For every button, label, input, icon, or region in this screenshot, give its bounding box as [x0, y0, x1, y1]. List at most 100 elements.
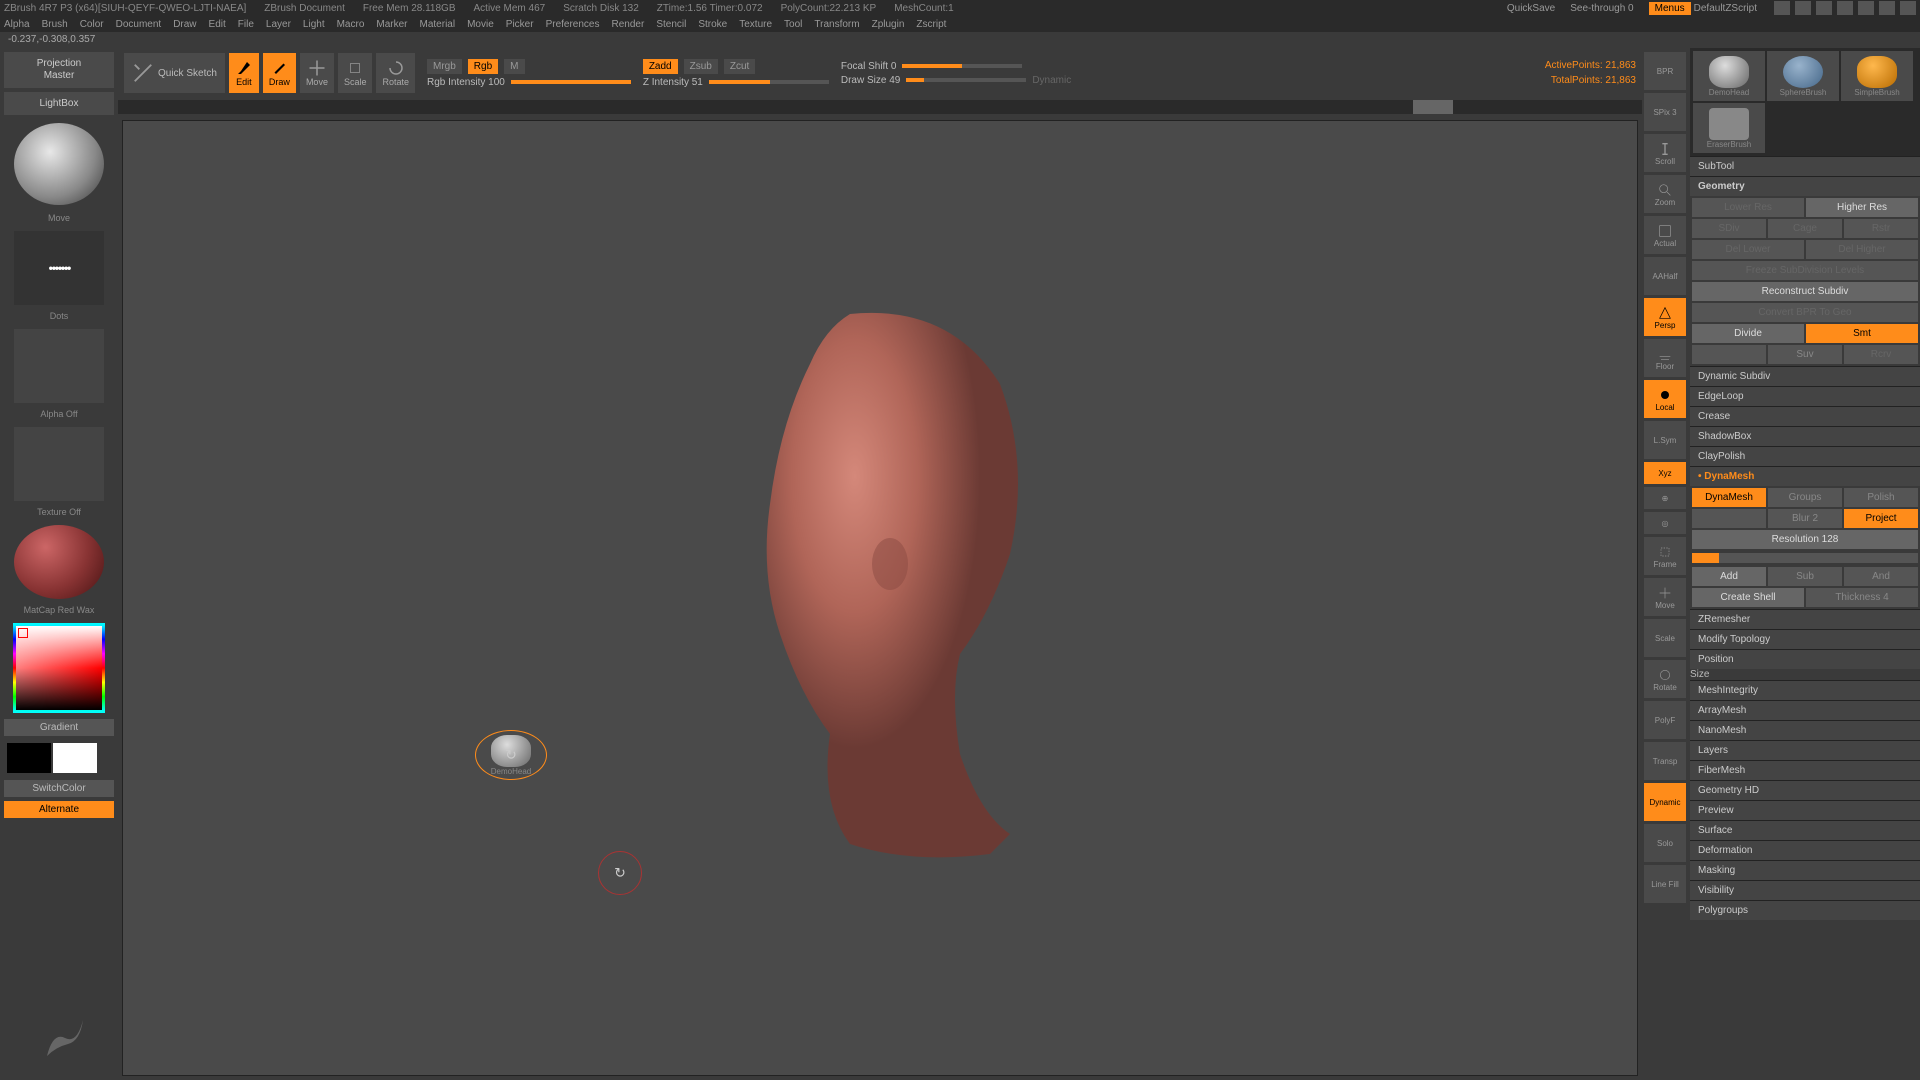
modtopo-header[interactable]: Modify Topology	[1690, 629, 1920, 649]
switch-color-button[interactable]: SwitchColor	[4, 780, 114, 797]
preview-header[interactable]: Preview	[1690, 800, 1920, 820]
brush-thumbnail[interactable]	[14, 123, 104, 205]
rgb-intensity-slider[interactable]	[511, 80, 631, 84]
reconstruct-button[interactable]: Reconstruct Subdiv	[1692, 282, 1918, 301]
edgeloop-header[interactable]: EdgeLoop	[1690, 386, 1920, 406]
menu-stencil[interactable]: Stencil	[656, 19, 686, 30]
subtool-header[interactable]: SubTool	[1690, 156, 1920, 176]
claypolish-header[interactable]: ClayPolish	[1690, 446, 1920, 466]
dynamic-label[interactable]: Dynamic	[1032, 75, 1071, 86]
zcut-button[interactable]: Zcut	[724, 59, 755, 74]
polyf-button[interactable]: PolyF	[1644, 701, 1686, 739]
seethrough[interactable]: See-through 0	[1570, 3, 1633, 14]
focal-shift-slider[interactable]	[902, 64, 1022, 68]
edit-button[interactable]: Edit	[229, 53, 259, 93]
dynamesh-header[interactable]: • DynaMesh	[1690, 466, 1920, 486]
masking-header[interactable]: Masking	[1690, 860, 1920, 880]
lsym-button[interactable]: L.Sym	[1644, 421, 1686, 459]
viewport-canvas[interactable]	[122, 120, 1638, 1076]
menu-preferences[interactable]: Preferences	[546, 19, 600, 30]
smt-button[interactable]: Smt	[1806, 324, 1918, 343]
m-button[interactable]: M	[504, 59, 524, 74]
tool-current[interactable]: DemoHead	[475, 730, 547, 780]
color-swatches[interactable]	[7, 743, 111, 773]
rgb-button[interactable]: Rgb	[468, 59, 498, 74]
rcrv-button[interactable]: Rcrv	[1844, 345, 1918, 364]
shadowbox-header[interactable]: ShadowBox	[1690, 426, 1920, 446]
menu-brush[interactable]: Brush	[42, 19, 68, 30]
menu-movie[interactable]: Movie	[467, 19, 494, 30]
tool-simplebrush[interactable]: SimpleBrush	[1841, 51, 1913, 101]
projection-master-button[interactable]: ProjectionMaster	[4, 52, 114, 88]
nav-rotate-button[interactable]: Rotate	[1644, 660, 1686, 698]
delhigher-button[interactable]: Del Higher	[1806, 240, 1918, 259]
menu-stroke[interactable]: Stroke	[698, 19, 727, 30]
menus-button[interactable]: Menus	[1649, 2, 1691, 15]
minimize-icon[interactable]	[1858, 1, 1874, 15]
menu-layer[interactable]: Layer	[266, 19, 291, 30]
scale-button[interactable]: Scale	[338, 53, 373, 93]
win-icon[interactable]	[1795, 1, 1811, 15]
rstr-button[interactable]: Rstr	[1844, 219, 1918, 238]
alternate-button[interactable]: Alternate	[4, 801, 114, 818]
nav-move-button[interactable]: Move	[1644, 578, 1686, 616]
z-intensity-label[interactable]: Z Intensity 51	[643, 77, 703, 88]
suv-button[interactable]: Suv	[1768, 345, 1842, 364]
focal-shift-label[interactable]: Focal Shift 0	[841, 61, 897, 72]
position-header[interactable]: Position	[1690, 649, 1920, 669]
cage-button[interactable]: Cage	[1768, 219, 1842, 238]
dynsubdiv-header[interactable]: Dynamic Subdiv	[1690, 366, 1920, 386]
zadd-button[interactable]: Zadd	[643, 59, 678, 74]
linefill-button[interactable]: Line Fill	[1644, 865, 1686, 903]
visibility-header[interactable]: Visibility	[1690, 880, 1920, 900]
and-button[interactable]: And	[1844, 567, 1918, 586]
rgb-intensity-label[interactable]: Rgb Intensity 100	[427, 77, 505, 88]
blur-button[interactable]: Blur 2	[1768, 509, 1842, 528]
menu-alpha[interactable]: Alpha	[4, 19, 30, 30]
lowerres-button[interactable]: Lower Res	[1692, 198, 1804, 217]
menu-marker[interactable]: Marker	[376, 19, 407, 30]
tool-demohead[interactable]: DemoHead	[1693, 51, 1765, 101]
menu-picker[interactable]: Picker	[506, 19, 534, 30]
createshell-button[interactable]: Create Shell	[1692, 588, 1804, 607]
aahalf-button[interactable]: AAHalf	[1644, 257, 1686, 295]
target-button[interactable]: ◎	[1644, 512, 1686, 534]
menu-material[interactable]: Material	[420, 19, 456, 30]
win-icon[interactable]	[1774, 1, 1790, 15]
floor-button[interactable]: Floor	[1644, 339, 1686, 377]
resolution-slider[interactable]: Resolution 128	[1692, 530, 1918, 549]
draw-size-slider[interactable]	[906, 78, 1026, 82]
move-button[interactable]: Move	[300, 53, 334, 93]
z-intensity-slider[interactable]	[709, 80, 829, 84]
frame-button[interactable]: Frame	[1644, 537, 1686, 575]
actual-button[interactable]: Actual	[1644, 216, 1686, 254]
timeline-scrub[interactable]	[118, 100, 1642, 114]
higherres-button[interactable]: Higher Res	[1806, 198, 1918, 217]
solo-button[interactable]: Solo	[1644, 824, 1686, 862]
alpha-thumbnail[interactable]	[14, 329, 104, 403]
close-icon[interactable]	[1900, 1, 1916, 15]
persp-button[interactable]: Persp	[1644, 298, 1686, 336]
arraymesh-header[interactable]: ArrayMesh	[1690, 700, 1920, 720]
win-icon[interactable]	[1837, 1, 1853, 15]
draw-size-label[interactable]: Draw Size 49	[841, 75, 900, 86]
geohd-header[interactable]: Geometry HD	[1690, 780, 1920, 800]
dynamesh-button[interactable]: DynaMesh	[1692, 488, 1766, 507]
project-button[interactable]: Project	[1844, 509, 1918, 528]
nanomesh-header[interactable]: NanoMesh	[1690, 720, 1920, 740]
menu-light[interactable]: Light	[303, 19, 325, 30]
surface-header[interactable]: Surface	[1690, 820, 1920, 840]
center-button[interactable]: ⊕	[1644, 487, 1686, 509]
zoom-button[interactable]: Zoom	[1644, 175, 1686, 213]
quicksave-button[interactable]: QuickSave	[1507, 3, 1555, 14]
quicksketch-button[interactable]: Quick Sketch	[124, 53, 225, 93]
menu-render[interactable]: Render	[612, 19, 645, 30]
crease-header[interactable]: Crease	[1690, 406, 1920, 426]
geometry-header[interactable]: Geometry	[1690, 176, 1920, 196]
rotate-button[interactable]: Rotate	[376, 53, 415, 93]
menu-file[interactable]: File	[238, 19, 254, 30]
dellower-button[interactable]: Del Lower	[1692, 240, 1804, 259]
local-button[interactable]: Local	[1644, 380, 1686, 418]
default-script[interactable]: DefaultZScript	[1694, 3, 1757, 14]
maximize-icon[interactable]	[1879, 1, 1895, 15]
